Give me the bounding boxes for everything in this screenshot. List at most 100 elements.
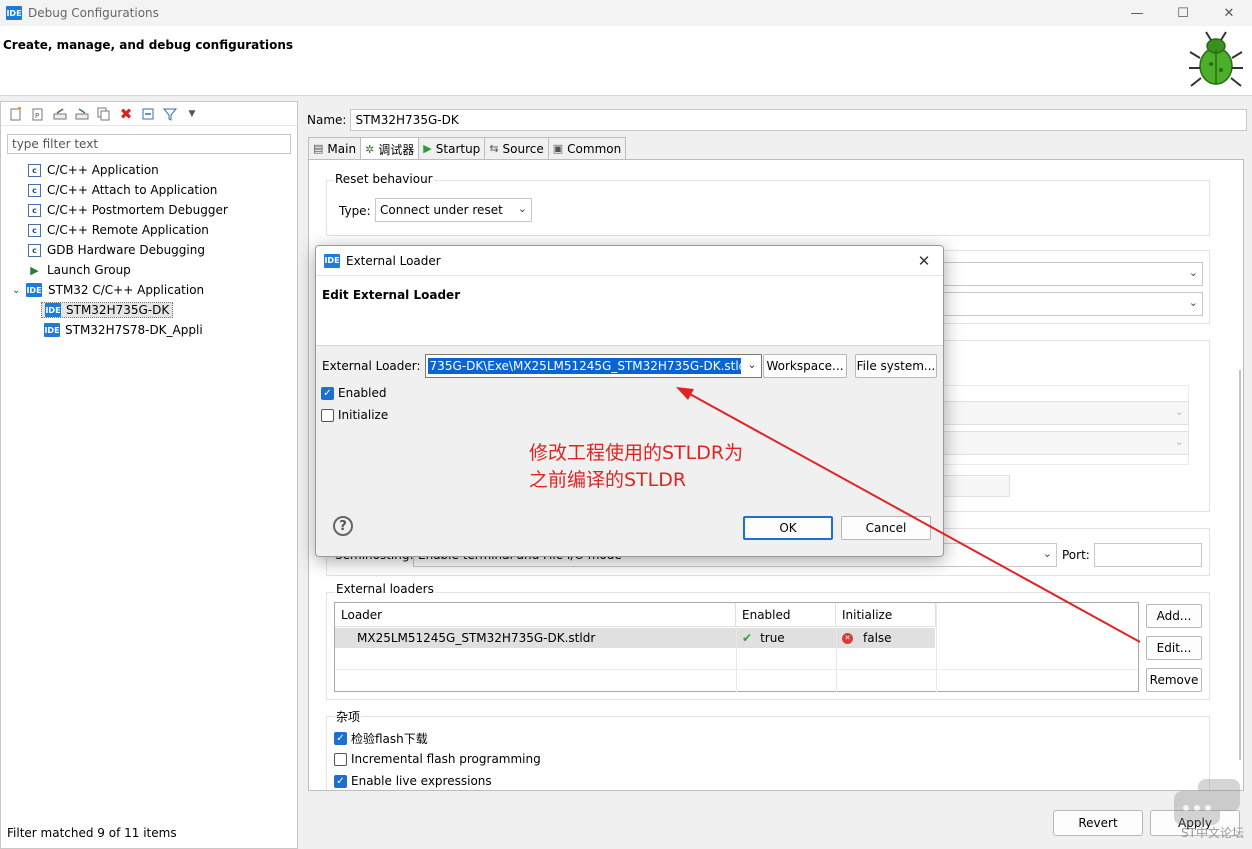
- enabled-option[interactable]: ✓ Enabled: [321, 386, 387, 400]
- initialize-cell: ✕ false: [836, 628, 936, 648]
- name-row: Name: STM32H735G-DK: [307, 109, 1248, 131]
- grid-line: [836, 627, 837, 692]
- tab-source[interactable]: ⇆ Source: [484, 137, 549, 159]
- window-controls: — ☐ ✕: [1114, 0, 1252, 26]
- checkbox-checked-icon[interactable]: ✓: [321, 386, 334, 400]
- enabled-value: true: [760, 631, 785, 645]
- ok-button[interactable]: OK: [743, 516, 833, 540]
- svg-text:P: P: [35, 112, 39, 120]
- banner-heading: Create, manage, and debug configurations: [3, 38, 294, 52]
- filter-icon[interactable]: [161, 105, 179, 123]
- c-icon: c: [28, 163, 41, 177]
- tree-item-launch-group[interactable]: ▶ Launch Group: [1, 260, 297, 280]
- c-icon: c: [28, 183, 41, 197]
- tab-label: Common: [567, 141, 622, 156]
- tree-item-gdb-hardware[interactable]: c GDB Hardware Debugging: [1, 240, 297, 260]
- app-icon: IDE: [324, 253, 340, 268]
- incremental-flash-option[interactable]: Incremental flash programming: [334, 752, 541, 766]
- common-tab-icon: ▣: [552, 142, 564, 155]
- external-loader-value: 735G-DK\Exe\MX25LM51245G_STM32H735G-DK.s…: [427, 358, 741, 374]
- annotation-line-2: 之前编译的STLDR: [529, 469, 687, 491]
- reset-type-label: Type:: [339, 204, 371, 218]
- collapse-all-icon[interactable]: [139, 105, 157, 123]
- enabled-label: Enabled: [338, 386, 387, 400]
- name-label: Name:: [307, 113, 347, 127]
- external-loader-dialog: IDE External Loader ✕ Edit External Load…: [315, 245, 944, 557]
- device-settings-select-2[interactable]: ⌄: [929, 292, 1203, 316]
- initialize-option[interactable]: Initialize: [321, 408, 388, 422]
- close-button[interactable]: ✕: [1206, 0, 1252, 26]
- external-loader-label: External Loader:: [322, 359, 421, 373]
- tree-item-stm32h7s78-dk[interactable]: IDE STM32H7S78-DK_Appli: [1, 320, 297, 340]
- new-prototype-icon[interactable]: P: [29, 105, 47, 123]
- tree-item-stm32h735g-dk[interactable]: IDE STM32H735G-DK: [1, 300, 297, 320]
- chevron-down-icon: ⌄: [517, 202, 527, 215]
- external-loaders-table: Loader Enabled Initialize MX25LM51245G_S…: [334, 602, 1139, 692]
- column-header-loader[interactable]: Loader: [335, 603, 736, 627]
- export-icon[interactable]: [51, 105, 69, 123]
- verify-flash-option[interactable]: ✓ 检验flash下载: [334, 730, 428, 747]
- live-expressions-option[interactable]: ✓ Enable live expressions: [334, 774, 492, 788]
- scrollbar[interactable]: [1239, 370, 1241, 760]
- import-icon[interactable]: [73, 105, 91, 123]
- workspace-button[interactable]: Workspace...: [763, 354, 847, 378]
- cancel-button[interactable]: Cancel: [841, 516, 931, 540]
- maximize-button[interactable]: ☐: [1160, 0, 1206, 26]
- help-icon[interactable]: ?: [333, 516, 353, 536]
- tree-item-cpp-application[interactable]: c C/C++ Application: [1, 160, 297, 180]
- selected-config: IDE STM32H735G-DK: [41, 302, 174, 318]
- device-settings-select-1[interactable]: ⌄: [929, 262, 1203, 286]
- dialog-close-icon[interactable]: ✕: [913, 250, 935, 272]
- port-input[interactable]: [1094, 543, 1202, 567]
- tree-item-cpp-postmortem[interactable]: c C/C++ Postmortem Debugger: [1, 200, 297, 220]
- delete-icon[interactable]: ✖: [117, 105, 135, 123]
- edit-loader-button[interactable]: Edit...: [1146, 636, 1202, 660]
- duplicate-icon[interactable]: [95, 105, 113, 123]
- reset-type-select[interactable]: Connect under reset ⌄: [375, 198, 532, 222]
- reset-type-value: Connect under reset: [380, 203, 503, 217]
- tree-item-cpp-attach[interactable]: c C/C++ Attach to Application: [1, 180, 297, 200]
- tree-item-label: Launch Group: [47, 263, 131, 277]
- annotation-line-1: 修改工程使用的STLDR为: [529, 442, 744, 464]
- column-header-enabled[interactable]: Enabled: [736, 603, 836, 627]
- tab-main[interactable]: ▤ Main: [308, 137, 362, 159]
- external-loader-select[interactable]: 735G-DK\Exe\MX25LM51245G_STM32H735G-DK.s…: [424, 354, 762, 378]
- filter-input[interactable]: type filter text: [7, 134, 291, 154]
- filter-status: Filter matched 9 of 11 items: [7, 826, 177, 840]
- disabled-select-1[interactable]: ⌄: [929, 401, 1189, 425]
- external-loader-row: External Loader: 735G-DK\Exe\MX25LM51245…: [322, 354, 762, 378]
- tab-debugger[interactable]: ✲ 调试器: [360, 137, 420, 160]
- config-tabs: ▤ Main ✲ 调试器 ▶ Startup ⇆ Source ▣ Common: [308, 137, 627, 160]
- config-toolbar: P ✖ ▼: [1, 102, 297, 126]
- column-header-initialize[interactable]: Initialize: [836, 603, 936, 627]
- disabled-select-2[interactable]: ⌄: [929, 431, 1189, 455]
- tree-item-cpp-remote[interactable]: c C/C++ Remote Application: [1, 220, 297, 240]
- dialog-heading: Edit External Loader: [322, 288, 461, 302]
- checkbox-checked-icon[interactable]: ✓: [334, 774, 347, 788]
- revert-button[interactable]: Revert: [1053, 810, 1143, 836]
- enabled-cell: ✔ true: [736, 628, 836, 648]
- checkbox-unchecked-icon[interactable]: [334, 752, 347, 766]
- checkbox-checked-icon[interactable]: ✓: [334, 732, 347, 745]
- tab-common[interactable]: ▣ Common: [547, 137, 627, 159]
- loader-cell: MX25LM51245G_STM32H735G-DK.stldr: [357, 631, 596, 645]
- incremental-flash-label: Incremental flash programming: [351, 752, 541, 766]
- view-menu-icon[interactable]: ▼: [183, 105, 201, 123]
- remove-loader-button[interactable]: Remove: [1146, 668, 1202, 692]
- port-label: Port:: [1062, 548, 1090, 562]
- chevron-down-icon: ⌄: [1188, 296, 1198, 309]
- error-icon: ✕: [842, 632, 853, 644]
- chevron-down-icon[interactable]: ⌄: [12, 285, 26, 296]
- tab-startup[interactable]: ▶ Startup: [418, 137, 486, 159]
- new-config-icon[interactable]: [7, 105, 25, 123]
- checkbox-unchecked-icon[interactable]: [321, 408, 334, 422]
- debugger-tab-icon: ✲: [365, 142, 375, 156]
- add-loader-button[interactable]: Add...: [1146, 604, 1202, 628]
- tree-item-stm32-application[interactable]: ⌄ IDE STM32 C/C++ Application: [1, 280, 297, 300]
- configuration-list-pane: P ✖ ▼ type filter text c C/C++ Applicati…: [0, 101, 298, 849]
- name-input[interactable]: STM32H735G-DK: [350, 109, 1248, 131]
- file-system-button[interactable]: File system...: [855, 354, 937, 378]
- dialog-titlebar: IDE External Loader: [316, 246, 943, 276]
- minimize-button[interactable]: —: [1114, 0, 1160, 26]
- chevron-down-icon: ⌄: [1188, 266, 1198, 279]
